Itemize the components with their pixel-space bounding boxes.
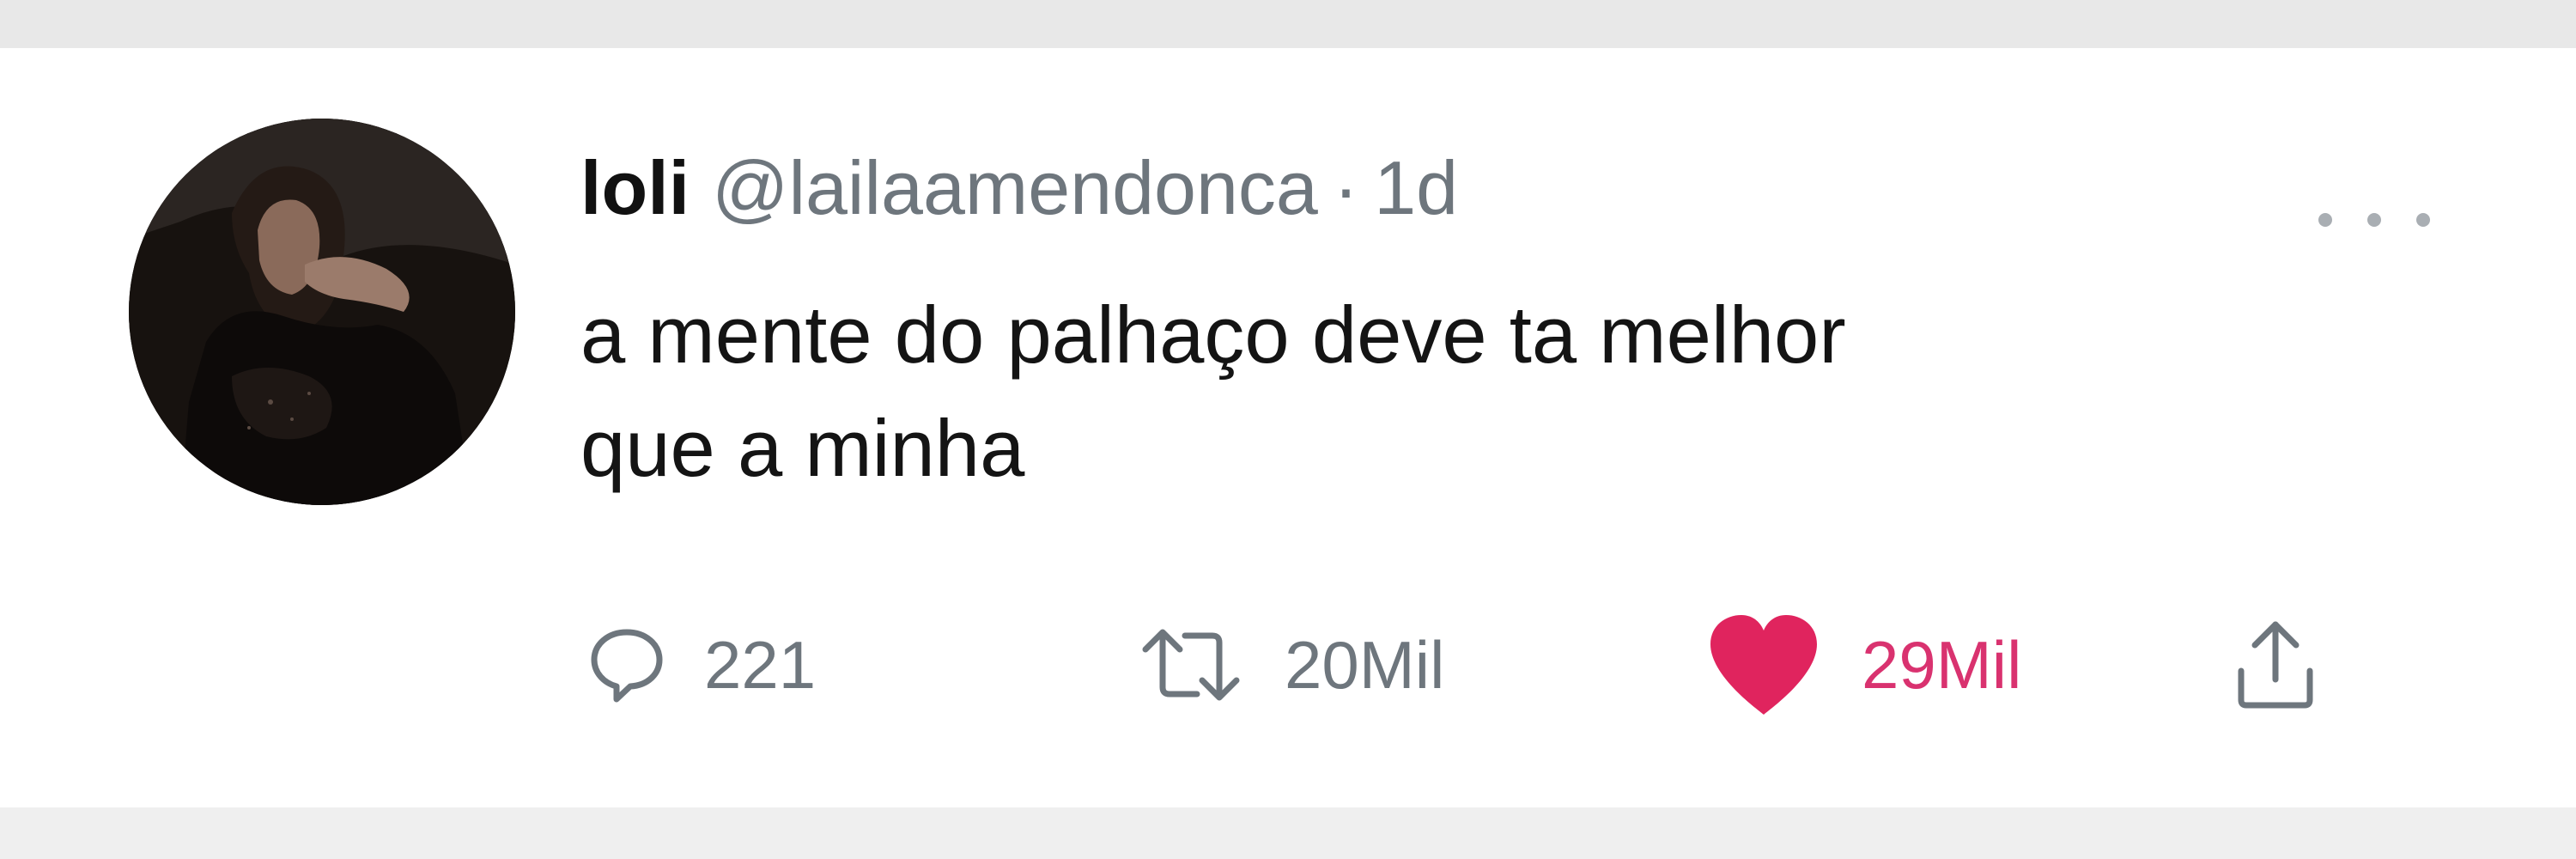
- top-divider-band: [0, 0, 2576, 48]
- tweet-text-line: a mente do palhaço deve ta melhor: [580, 289, 1846, 380]
- user-handle[interactable]: @lailaamendonca: [712, 141, 1318, 235]
- header-separator: ·: [1333, 145, 1359, 230]
- tweet-header: loli @lailaamendonca · 1d: [580, 141, 1458, 235]
- avatar-photo: [129, 119, 515, 505]
- more-options-icon[interactable]: [2318, 194, 2430, 246]
- more-dot: [2318, 213, 2332, 227]
- reply-icon: [587, 625, 666, 704]
- display-name[interactable]: loli: [580, 141, 690, 235]
- like-count: 29Mil: [1862, 627, 2022, 703]
- share-button[interactable]: [2233, 605, 2318, 725]
- like-button[interactable]: 29Mil: [1704, 605, 2021, 725]
- timestamp[interactable]: 1d: [1374, 141, 1458, 235]
- retweet-count: 20Mil: [1285, 627, 1445, 703]
- tweet-card[interactable]: loli @lailaamendonca · 1d a mente do pal…: [0, 48, 2576, 807]
- retweet-icon: [1135, 625, 1247, 704]
- tweet-text-line: que a minha: [580, 403, 1025, 493]
- avatar[interactable]: [129, 119, 515, 505]
- retweet-button[interactable]: 20Mil: [1135, 605, 1444, 725]
- heart-icon: [1704, 610, 1824, 720]
- share-icon: [2233, 618, 2318, 712]
- more-dot: [2416, 213, 2430, 227]
- bottom-divider-band: [0, 807, 2576, 859]
- reply-count: 221: [704, 627, 817, 703]
- reply-button[interactable]: 221: [587, 605, 816, 725]
- tweet-text: a mente do palhaço deve ta melhor que a …: [580, 278, 2427, 505]
- more-dot: [2367, 213, 2381, 227]
